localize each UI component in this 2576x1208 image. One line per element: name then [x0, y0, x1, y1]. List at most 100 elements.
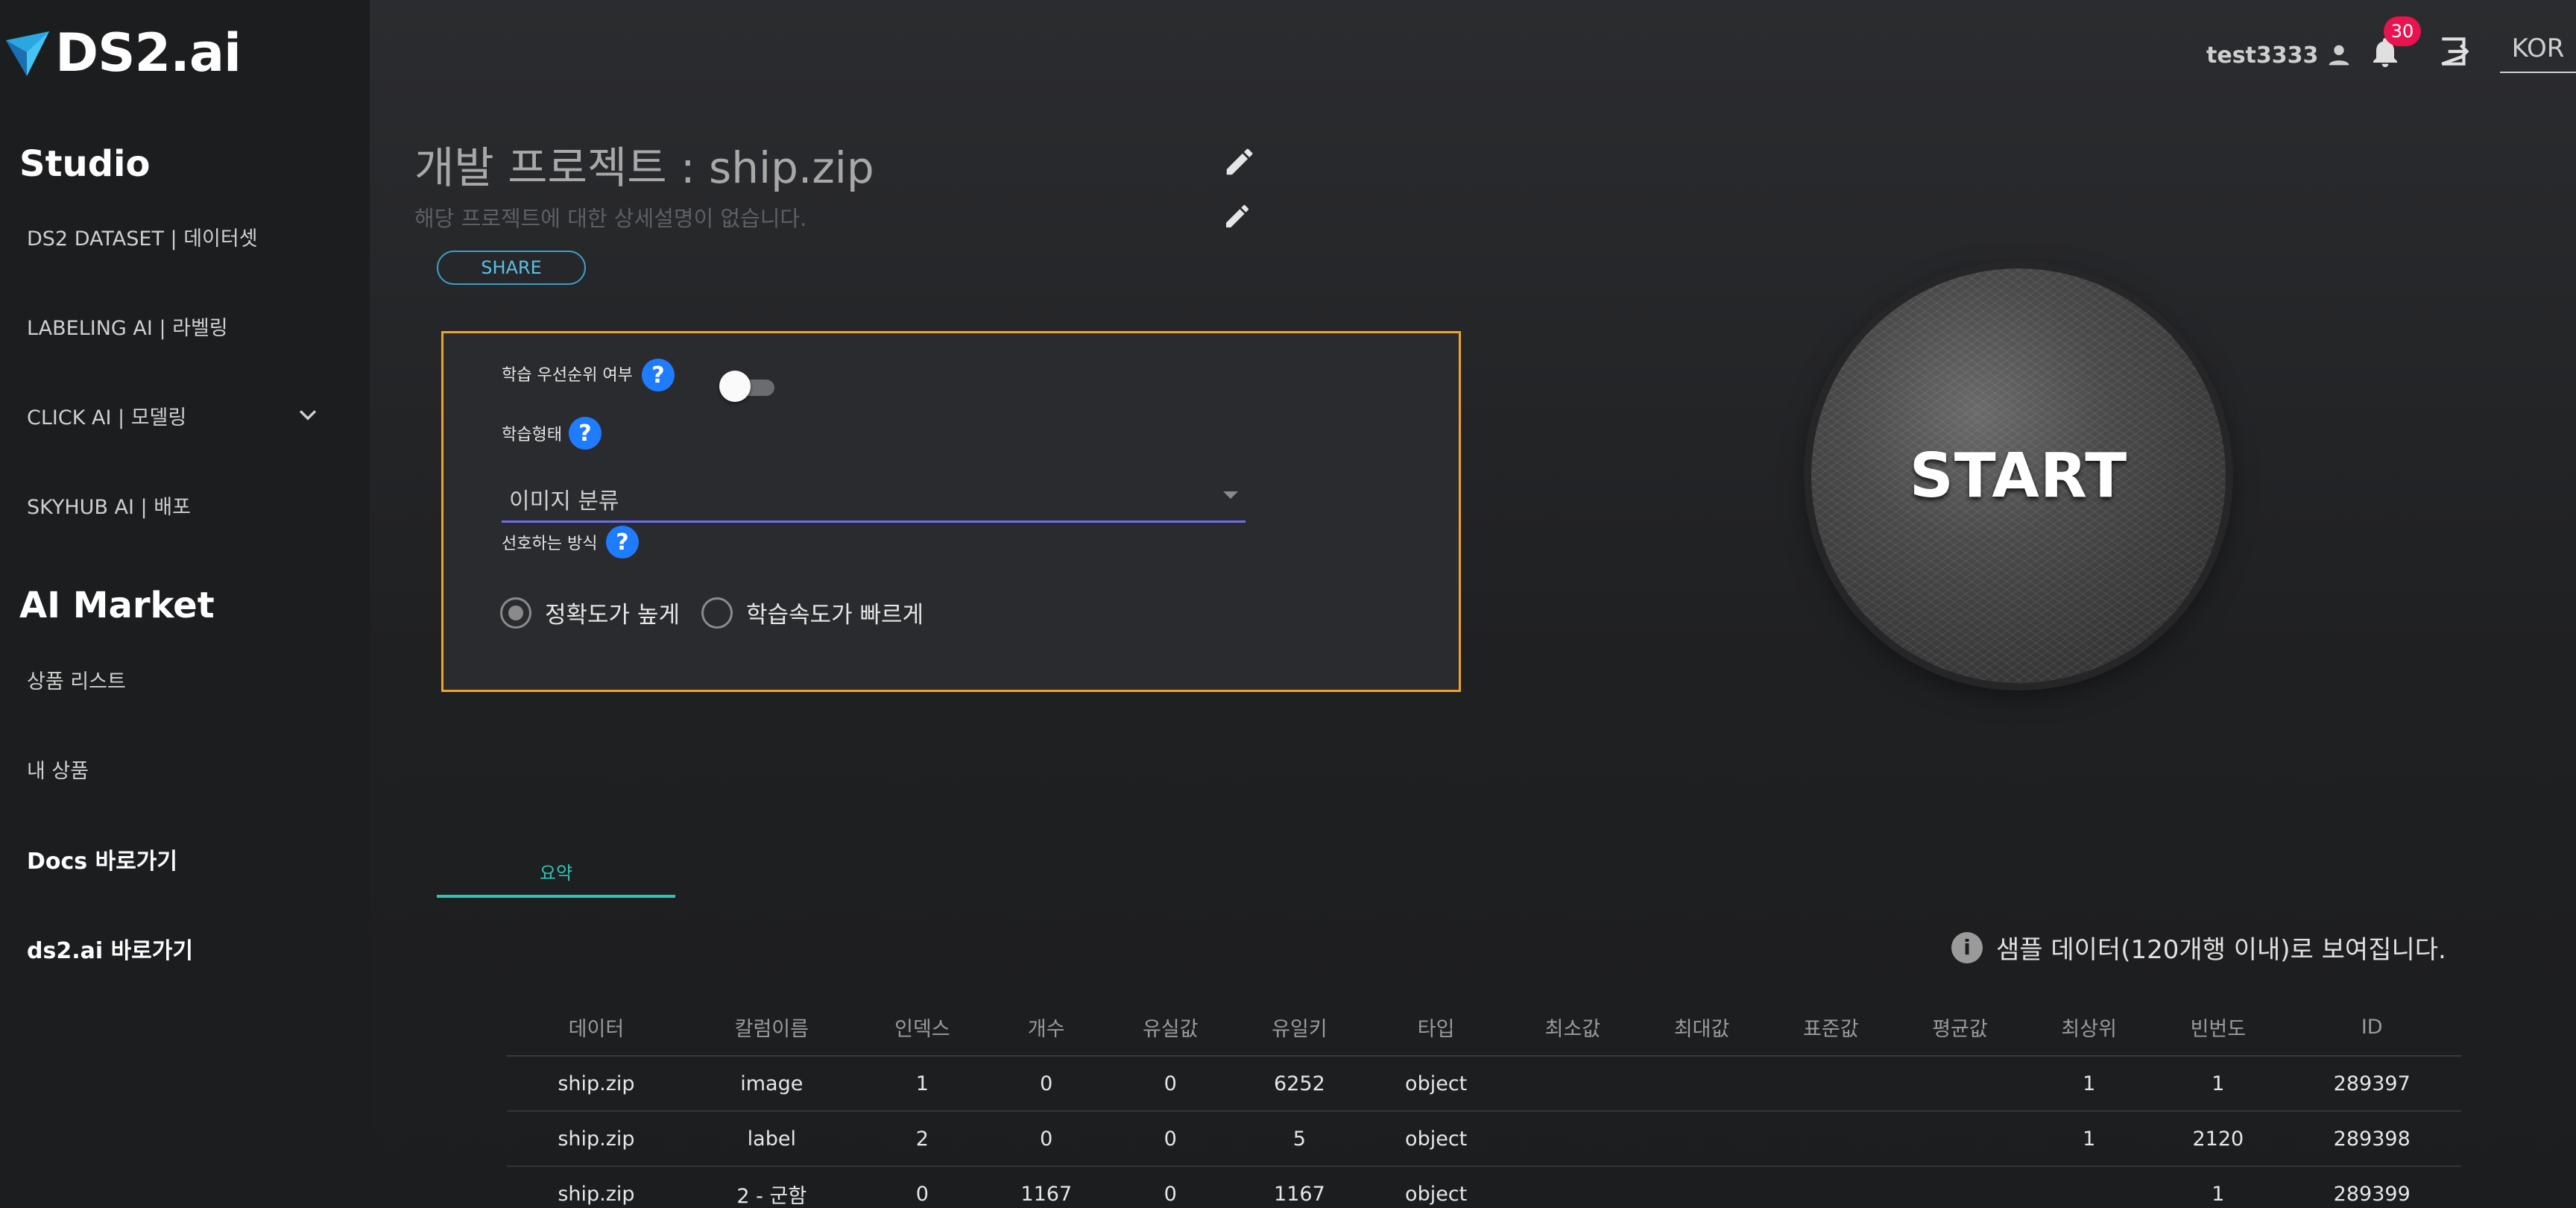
- column-header: ID: [2282, 999, 2461, 1057]
- column-summary-table: 데이터 칼럼이름 인덱스 개수 유실값 유일키 타입 최소값 최대값 표준값 평…: [507, 999, 2461, 1208]
- table-cell: [1508, 1111, 1638, 1167]
- sidebar-link-docs[interactable]: Docs 바로가기: [27, 843, 177, 875]
- training-type-label: 학습형태: [502, 426, 562, 444]
- training-type-select[interactable]: 이미지 분류: [502, 469, 1246, 523]
- logout-icon[interactable]: [2436, 33, 2473, 70]
- column-header: 타입: [1363, 999, 1509, 1057]
- table-cell: [1637, 1166, 1767, 1208]
- training-type-value: 이미지 분류: [509, 488, 619, 515]
- table-cell: object: [1363, 1166, 1509, 1208]
- studio-section-title: Studio: [19, 143, 151, 185]
- table-cell: 289398: [2282, 1111, 2461, 1167]
- table-cell: 0: [986, 1111, 1106, 1167]
- sidebar-item-product-list[interactable]: 상품 리스트: [27, 665, 126, 694]
- language-selector[interactable]: KOR: [2500, 25, 2576, 73]
- share-button[interactable]: SHARE: [437, 251, 586, 285]
- table-cell: object: [1363, 1056, 1509, 1112]
- table-cell: 1: [2153, 1166, 2283, 1208]
- table-cell: ship.zip: [507, 1056, 686, 1112]
- table-cell: 0: [986, 1056, 1106, 1112]
- radio-accuracy[interactable]: 정확도가 높게: [500, 596, 680, 629]
- table-cell: [1508, 1056, 1638, 1112]
- table-cell: 0: [1105, 1111, 1235, 1167]
- table-cell: object: [1363, 1111, 1509, 1167]
- radio-accuracy-label: 정확도가 높게: [545, 602, 680, 629]
- dropdown-arrow-icon: [1223, 491, 1238, 499]
- notification-badge: 30: [2384, 16, 2421, 46]
- user-menu[interactable]: test3333: [2206, 40, 2354, 70]
- start-button[interactable]: START: [1811, 268, 2226, 683]
- table-cell: ship.zip: [507, 1111, 686, 1167]
- table-row: ship.zip 2 - 군함 0 1167 0 1167 object 1 2…: [507, 1166, 2461, 1208]
- table-row: ship.zip image 1 0 0 6252 object 1 1 289…: [507, 1056, 2461, 1112]
- table-cell: 0: [1105, 1056, 1235, 1112]
- brand-logo[interactable]: DS2.ai: [4, 22, 242, 84]
- column-header: 유실값: [1105, 999, 1235, 1057]
- sidebar-item-labeling[interactable]: LABELING AI | 라벨링: [27, 312, 228, 341]
- help-icon[interactable]: ?: [569, 417, 602, 450]
- tab-summary[interactable]: 요약: [437, 847, 675, 898]
- market-section-title: AI Market: [19, 585, 215, 626]
- sidebar-item-skyhub[interactable]: SKYHUB AI | 배포: [27, 491, 191, 520]
- table-cell: ship.zip: [507, 1166, 686, 1208]
- table-cell: image: [685, 1056, 858, 1112]
- table-cell: [1637, 1111, 1767, 1167]
- table-cell: 2120: [2153, 1111, 2283, 1167]
- sidebar-link-ds2ai[interactable]: ds2.ai 바로가기: [27, 932, 193, 965]
- project-description: 해당 프로젝트에 대한 상세설명이 없습니다.: [414, 206, 807, 231]
- table-cell: 2: [857, 1111, 987, 1167]
- edit-title-icon[interactable]: [1222, 145, 1257, 179]
- sample-data-note: i 샘플 데이터(120개행 이내)로 보여집니다.: [1951, 929, 2446, 966]
- training-options-panel: 학습 우선순위 여부 ? 학습형태 ? 이미지 분류 선호하는 방식 ? 정확도…: [441, 331, 1461, 692]
- sidebar: DS2.ai Studio DS2 DATASET | 데이터셋 LABELIN…: [0, 0, 370, 1208]
- ds2-logo-icon: [6, 31, 49, 76]
- table-cell: [1766, 1111, 1895, 1167]
- table-cell: [1895, 1166, 2025, 1208]
- radio-speed-label: 학습속도가 빠르게: [746, 602, 924, 629]
- person-icon: [2329, 45, 2349, 66]
- brand-name: DS2.ai: [55, 22, 242, 84]
- column-header: 인덱스: [857, 999, 987, 1057]
- table-cell: 2 - 군함: [685, 1166, 858, 1208]
- edit-description-icon[interactable]: [1222, 201, 1252, 231]
- table-header-row: 데이터 칼럼이름 인덱스 개수 유실값 유일키 타입 최소값 최대값 표준값 평…: [507, 999, 2461, 1057]
- table-cell: [1766, 1166, 1895, 1208]
- priority-toggle[interactable]: [719, 371, 779, 403]
- radio-speed[interactable]: 학습속도가 빠르게: [701, 596, 924, 629]
- column-header: 최상위: [2024, 999, 2154, 1057]
- chevron-down-icon[interactable]: [295, 403, 321, 428]
- table-cell: [1895, 1056, 2025, 1112]
- table-cell: 1: [2153, 1056, 2283, 1112]
- table-cell: [1508, 1166, 1638, 1208]
- table-cell: 289397: [2282, 1056, 2461, 1112]
- project-title: 개발 프로젝트 : ship.zip: [414, 142, 874, 193]
- table-cell: 1: [857, 1056, 987, 1112]
- info-icon: i: [1951, 931, 1983, 963]
- column-header: 칼럼이름: [685, 999, 858, 1057]
- help-icon[interactable]: ?: [642, 359, 675, 391]
- table-cell: [1766, 1056, 1895, 1112]
- radio-checked-icon: [500, 597, 531, 629]
- preferred-method-label: 선호하는 방식: [502, 535, 598, 553]
- column-header: 평균값: [1895, 999, 2025, 1057]
- table-cell: 1: [2024, 1111, 2154, 1167]
- sample-note-text: 샘플 데이터(120개행 이내)로 보여집니다.: [1996, 935, 2446, 965]
- sidebar-item-my-products[interactable]: 내 상품: [27, 755, 89, 784]
- column-header: 표준값: [1766, 999, 1895, 1057]
- table-cell: [2024, 1166, 2154, 1208]
- table-cell: 0: [1105, 1166, 1235, 1208]
- toggle-knob: [719, 371, 751, 402]
- table-cell: 5: [1234, 1111, 1364, 1167]
- username: test3333: [2206, 42, 2319, 69]
- table-cell: 6252: [1234, 1056, 1364, 1112]
- sidebar-item-clickai[interactable]: CLICK AI | 모델링: [27, 401, 186, 430]
- column-header: 데이터: [507, 999, 686, 1057]
- column-header: 유일키: [1234, 999, 1364, 1057]
- help-icon[interactable]: ?: [606, 526, 639, 559]
- table-cell: [1895, 1111, 2025, 1167]
- table-row: ship.zip label 2 0 0 5 object 1 2120 289…: [507, 1111, 2461, 1167]
- start-label: START: [1909, 440, 2128, 512]
- table-cell: [1637, 1056, 1767, 1112]
- table-cell: 1167: [986, 1166, 1106, 1208]
- sidebar-item-dataset[interactable]: DS2 DATASET | 데이터셋: [27, 222, 258, 251]
